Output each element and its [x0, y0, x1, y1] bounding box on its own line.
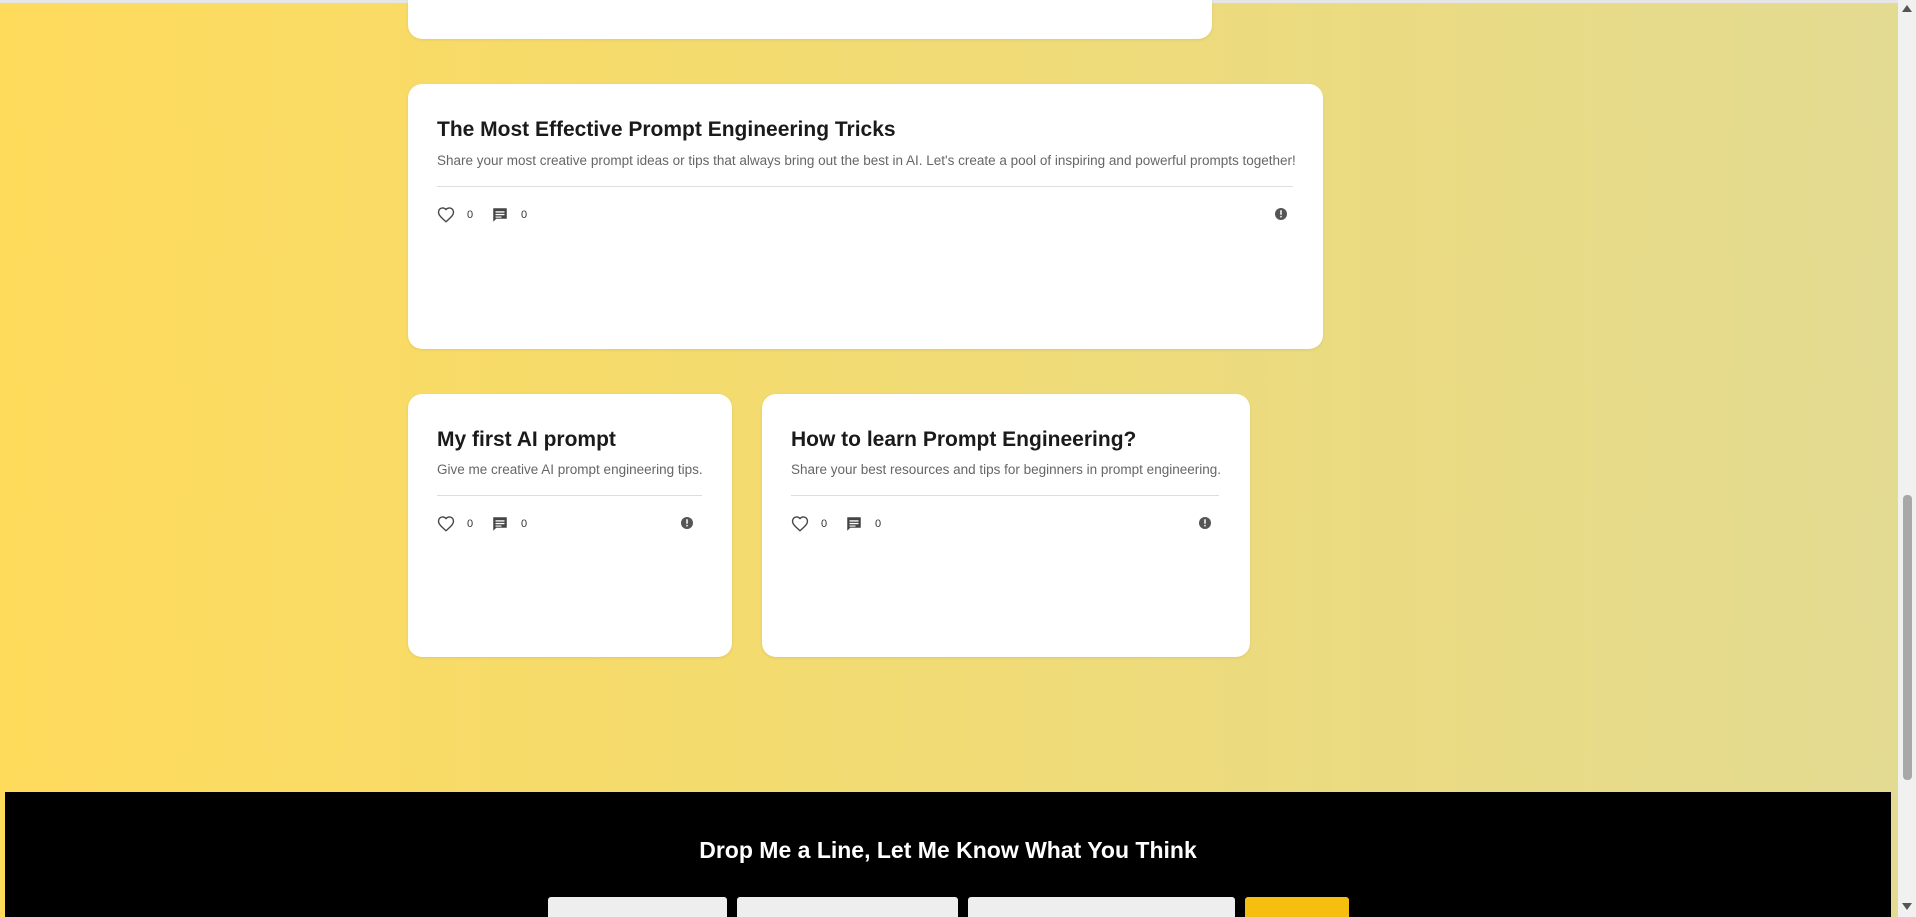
post-actions: 0 0: [791, 514, 899, 534]
email-field[interactable]: [737, 897, 958, 917]
message-field[interactable]: [968, 897, 1235, 917]
post-description: Share your most creative prompt ideas or…: [437, 153, 1296, 168]
post-title[interactable]: How to learn Prompt Engineering?: [791, 428, 1136, 452]
name-field[interactable]: [548, 897, 727, 917]
page-viewport: The Most Effective Prompt Engineering Tr…: [0, 0, 1898, 917]
like-count: 0: [821, 518, 828, 530]
post-divider: [437, 495, 702, 496]
contact-footer: Drop Me a Line, Let Me Know What You Thi…: [5, 792, 1891, 917]
post-card[interactable]: My first AI prompt Give me creative AI p…: [408, 394, 732, 657]
like-count: 0: [467, 518, 474, 530]
alert-circle-icon[interactable]: [1272, 205, 1290, 223]
post-divider: [791, 495, 1219, 496]
post-actions: 0 0: [437, 205, 545, 225]
heart-outline-icon[interactable]: [791, 515, 809, 533]
post-title[interactable]: My first AI prompt: [437, 428, 616, 452]
scroll-thumb[interactable]: [1903, 495, 1912, 780]
scroll-up-arrow-icon[interactable]: [1902, 5, 1912, 12]
alert-circle-icon[interactable]: [1196, 514, 1214, 532]
vertical-scrollbar[interactable]: [1898, 0, 1916, 917]
post-divider: [437, 186, 1293, 187]
heart-outline-icon[interactable]: [437, 206, 455, 224]
comment-icon[interactable]: [491, 515, 509, 533]
like-count: 0: [467, 209, 474, 221]
alert-circle-icon[interactable]: [678, 514, 696, 532]
post-title[interactable]: The Most Effective Prompt Engineering Tr…: [437, 118, 896, 142]
post-description: Give me creative AI prompt engineering t…: [437, 462, 703, 477]
footer-title: Drop Me a Line, Let Me Know What You Thi…: [699, 837, 1197, 863]
comment-count: 0: [521, 518, 528, 530]
comment-count: 0: [521, 209, 528, 221]
scroll-down-arrow-icon[interactable]: [1902, 903, 1912, 910]
heart-outline-icon[interactable]: [437, 515, 455, 533]
comment-count: 0: [875, 518, 882, 530]
post-card[interactable]: How to learn Prompt Engineering? Share y…: [762, 394, 1250, 657]
post-card-partial: [408, 0, 1212, 39]
post-description: Share your best resources and tips for b…: [791, 462, 1221, 477]
comment-icon[interactable]: [491, 206, 509, 224]
comment-icon[interactable]: [845, 515, 863, 533]
post-actions: 0 0: [437, 514, 545, 534]
submit-button[interactable]: [1245, 897, 1349, 917]
post-card[interactable]: The Most Effective Prompt Engineering Tr…: [408, 84, 1323, 349]
